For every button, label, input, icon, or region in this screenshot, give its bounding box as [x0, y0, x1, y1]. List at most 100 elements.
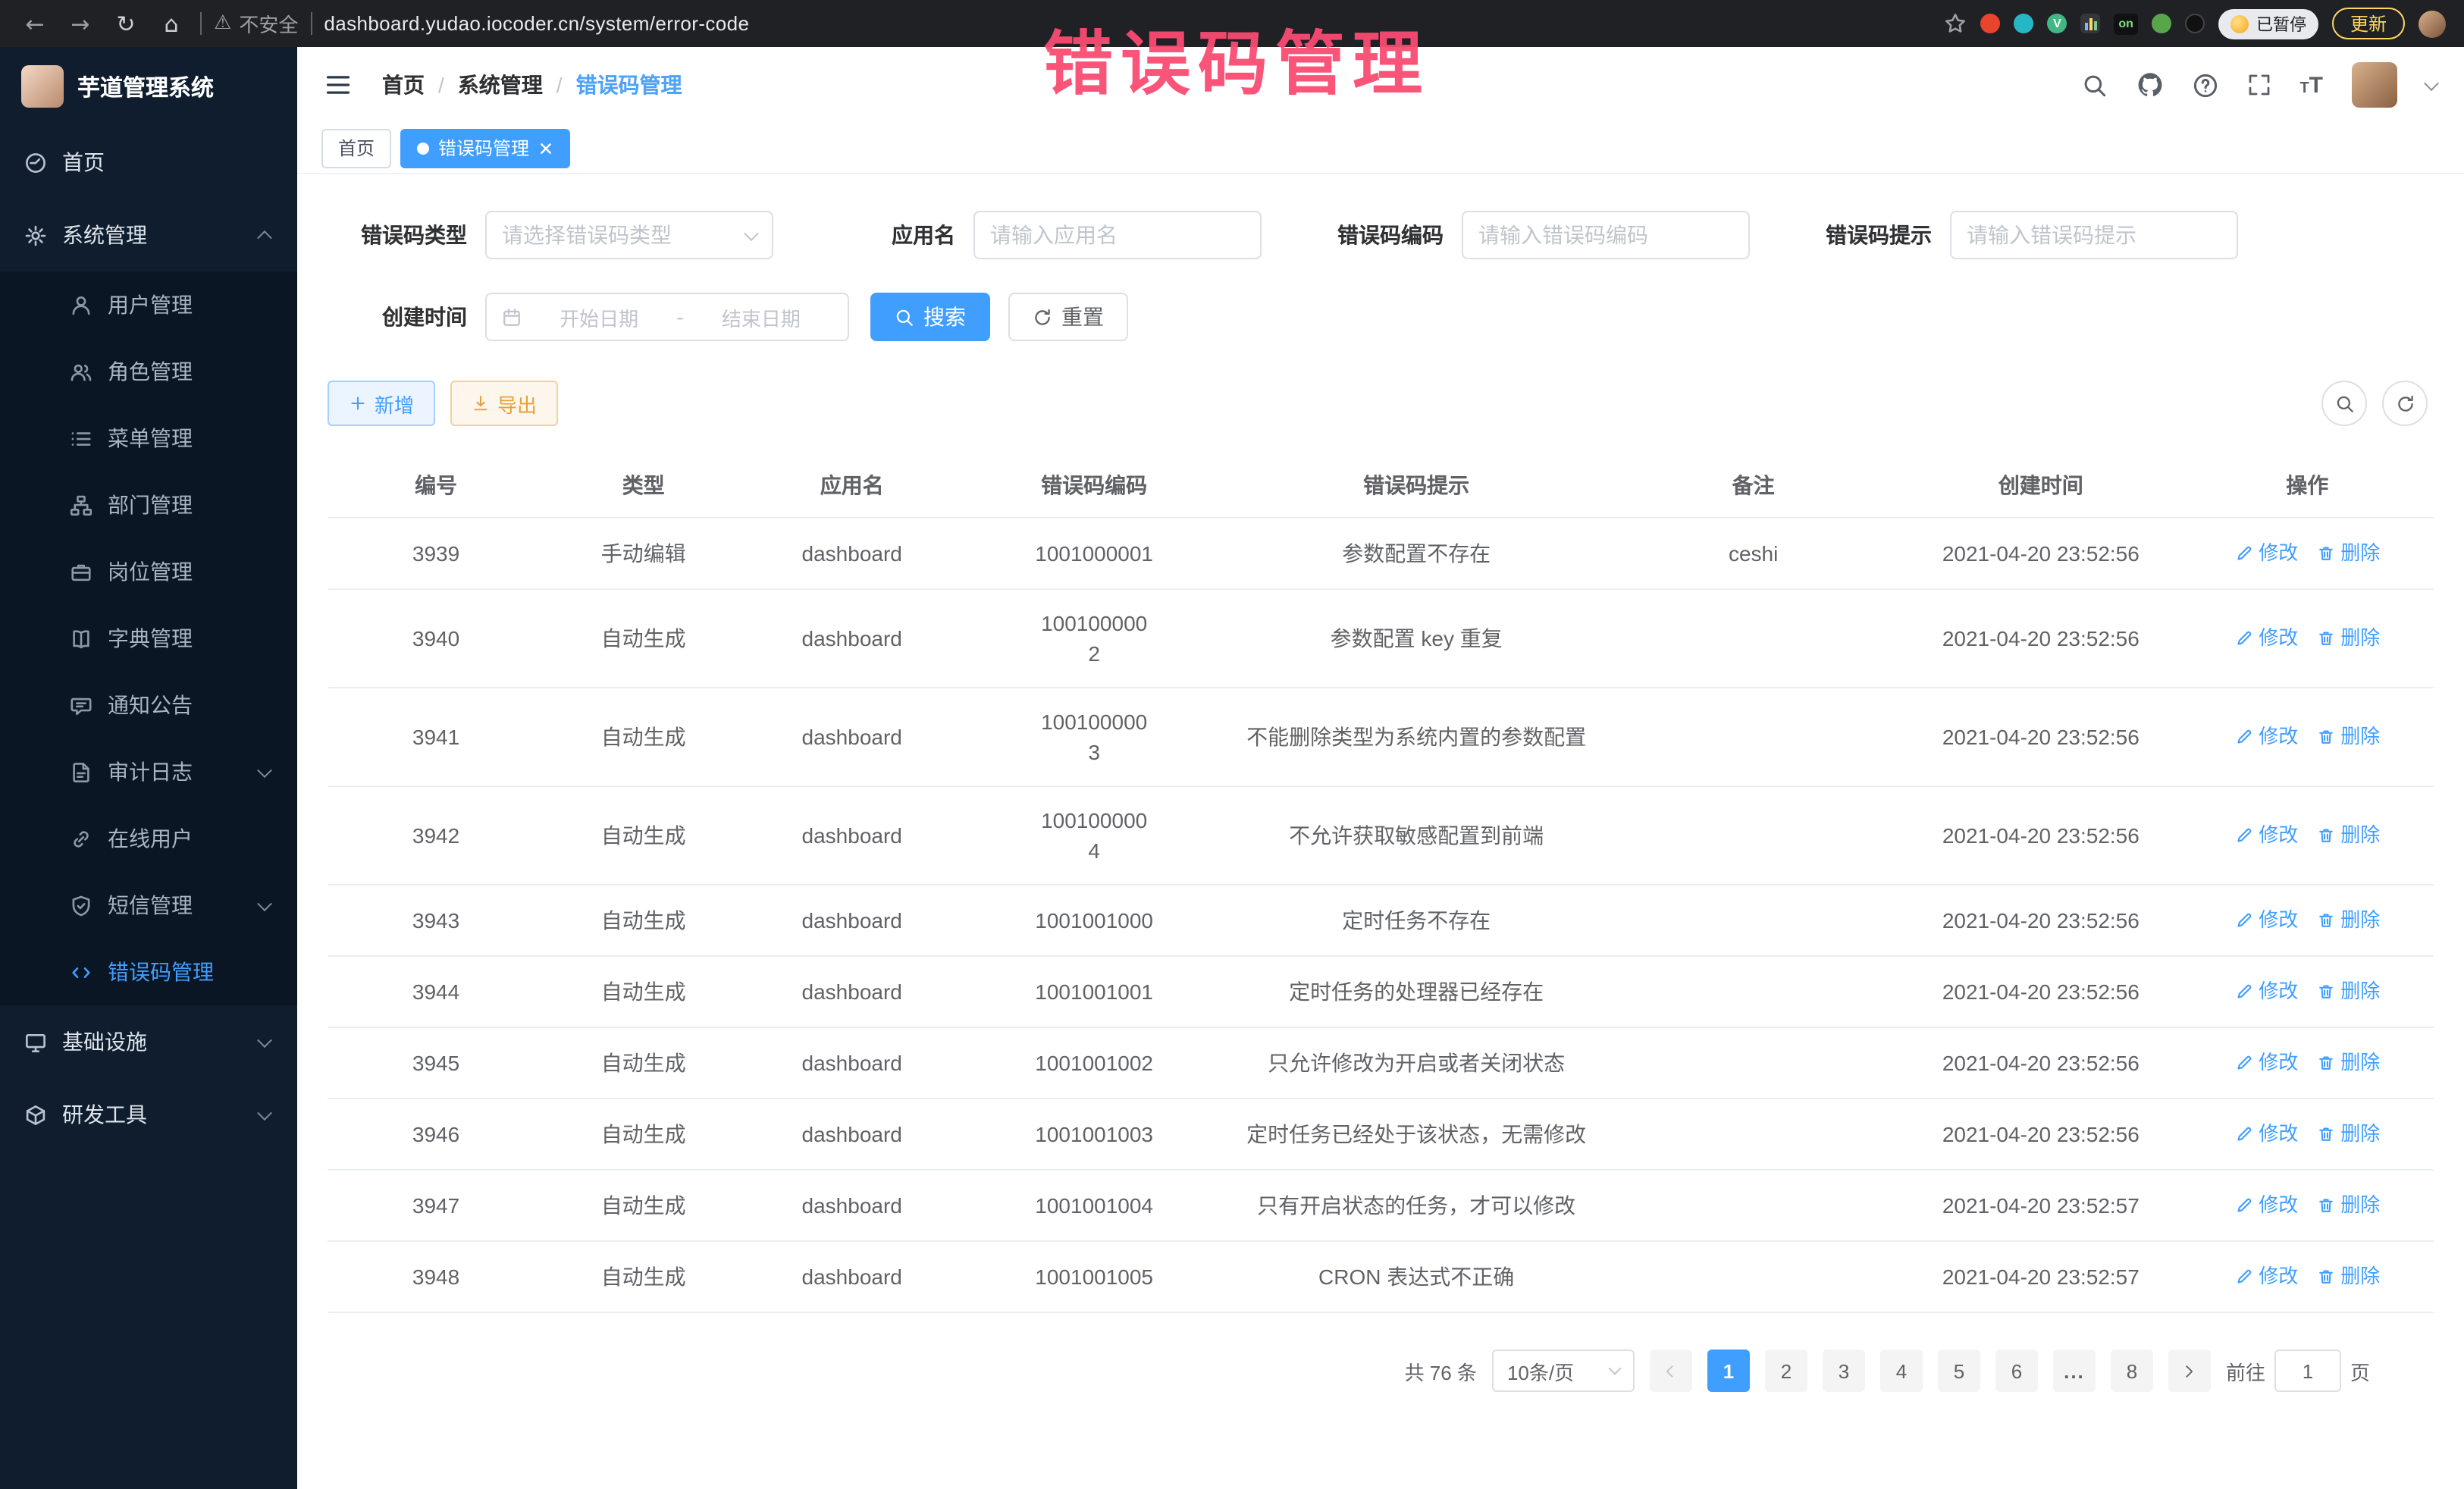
edit-link[interactable]: 修改 [2234, 1190, 2298, 1221]
error-type-select[interactable]: 请选择错误码类型 [485, 211, 773, 259]
forward-button[interactable]: → [64, 10, 97, 37]
page-button-4[interactable]: 4 [1880, 1350, 1923, 1392]
delete-link[interactable]: 删除 [2316, 1119, 2380, 1149]
security-chip[interactable]: ⚠ 不安全 [214, 9, 298, 38]
extension-icon-green[interactable] [2152, 14, 2171, 33]
sidebar-item-notice[interactable]: 通知公告 [0, 672, 297, 738]
sidebar-item-audit-log[interactable]: 审计日志 [0, 738, 297, 805]
edit-link[interactable]: 修改 [2234, 1048, 2298, 1078]
more-pages-button[interactable]: ... [2053, 1350, 2096, 1392]
extension-icon-red[interactable] [1980, 14, 2000, 33]
edit-link[interactable]: 修改 [2234, 976, 2298, 1007]
page-button-3[interactable]: 3 [1823, 1350, 1865, 1392]
col-header-ops: 操作 [2181, 453, 2434, 517]
sidebar-item-users[interactable]: 用户管理 [0, 271, 297, 338]
delete-link[interactable]: 删除 [2316, 538, 2380, 569]
sidebar-item-error-code[interactable]: 错误码管理 [0, 939, 297, 1005]
edit-link[interactable]: 修改 [2234, 722, 2298, 752]
tab-error-code[interactable]: 错误码管理 [400, 128, 570, 168]
date-range-picker[interactable]: 开始日期 - 结束日期 [485, 293, 849, 341]
end-date-placeholder[interactable]: 结束日期 [690, 303, 832, 331]
delete-link[interactable]: 删除 [2316, 905, 2380, 936]
sidebar-item-home[interactable]: 首页 [0, 126, 297, 199]
cell-app: dashboard [742, 957, 961, 1027]
start-date-placeholder[interactable]: 开始日期 [528, 303, 670, 331]
home-button[interactable]: ⌂ [155, 10, 188, 37]
goto-page-input[interactable] [2274, 1350, 2341, 1392]
edit-link[interactable]: 修改 [2234, 905, 2298, 936]
delete-link[interactable]: 删除 [2316, 1048, 2380, 1078]
font-size-icon[interactable]: TT [2299, 72, 2323, 98]
extension-icon-bars[interactable] [2080, 14, 2100, 33]
delete-link[interactable]: 删除 [2316, 722, 2380, 752]
page-size-select[interactable]: 10条/页 [1492, 1350, 1635, 1392]
browser-update-button[interactable]: 更新 [2332, 8, 2405, 39]
page-button-6[interactable]: 6 [1995, 1350, 2038, 1392]
address-url[interactable]: dashboard.yudao.iocoder.cn/system/error-… [324, 12, 749, 35]
user-avatar[interactable] [2352, 62, 2397, 108]
active-dot-icon [417, 142, 429, 154]
sidebar-item-dictionary[interactable]: 字典管理 [0, 605, 297, 672]
sidebar-item-menus[interactable]: 菜单管理 [0, 405, 297, 472]
bookmark-star-icon[interactable] [1944, 12, 1967, 35]
close-icon[interactable] [538, 140, 553, 155]
paused-badge[interactable]: 已暂停 [2218, 8, 2318, 39]
sidebar-item-posts[interactable]: 岗位管理 [0, 538, 297, 605]
breadcrumb-system[interactable]: 系统管理 [458, 70, 543, 100]
edit-link[interactable]: 修改 [2234, 538, 2298, 569]
cell-msg: 不能删除类型为系统内置的参数配置 [1227, 688, 1606, 785]
delete-link[interactable]: 删除 [2316, 820, 2380, 851]
edit-link[interactable]: 修改 [2234, 1262, 2298, 1292]
tab-home[interactable]: 首页 [321, 128, 391, 168]
delete-link[interactable]: 删除 [2316, 976, 2380, 1007]
extension-icon-teal[interactable] [2014, 14, 2033, 33]
reload-button[interactable]: ↻ [109, 10, 143, 37]
error-msg-input[interactable] [1951, 212, 2237, 258]
search-icon[interactable] [2081, 72, 2107, 98]
fullscreen-icon[interactable] [2246, 73, 2271, 97]
delete-link[interactable]: 删除 [2316, 1262, 2380, 1292]
refresh-table-button[interactable] [2382, 381, 2428, 426]
sidebar-item-dev-tools[interactable]: 研发工具 [0, 1078, 297, 1151]
add-button[interactable]: 新增 [328, 381, 435, 426]
sidebar-item-infrastructure[interactable]: 基础设施 [0, 1005, 297, 1078]
browser-profile-avatar[interactable] [2419, 10, 2446, 37]
search-button[interactable]: 搜索 [870, 293, 990, 341]
github-icon[interactable] [2136, 71, 2163, 99]
sidebar-item-roles[interactable]: 角色管理 [0, 338, 297, 405]
chevron-down-icon[interactable] [2424, 75, 2439, 90]
error-code-input[interactable] [1463, 212, 1748, 258]
extension-icon-pin[interactable] [2185, 14, 2205, 33]
edit-link[interactable]: 修改 [2234, 1119, 2298, 1149]
edit-link[interactable]: 修改 [2234, 623, 2298, 654]
sidebar-item-sms[interactable]: 短信管理 [0, 872, 297, 939]
sidebar-item-departments[interactable]: 部门管理 [0, 472, 297, 538]
book-icon [70, 627, 92, 650]
page-button-5[interactable]: 5 [1938, 1350, 1980, 1392]
show-search-button[interactable] [2321, 381, 2367, 426]
sidebar-item-system[interactable]: 系统管理 [0, 199, 297, 271]
delete-link[interactable]: 删除 [2316, 623, 2380, 654]
back-button[interactable]: ← [18, 10, 52, 37]
breadcrumb-home[interactable]: 首页 [382, 70, 425, 100]
cell-time: 2021-04-20 23:52:56 [1901, 590, 2180, 687]
next-page-button[interactable] [2168, 1350, 2211, 1392]
document-icon [70, 760, 92, 783]
cell-app: dashboard [742, 590, 961, 687]
pencil-icon [2234, 1196, 2252, 1215]
export-button[interactable]: 导出 [450, 381, 558, 426]
page-button-8[interactable]: 8 [2111, 1350, 2153, 1392]
edit-link[interactable]: 修改 [2234, 820, 2298, 851]
app-name-input[interactable] [975, 212, 1260, 258]
page-button-1[interactable]: 1 [1707, 1350, 1750, 1392]
help-icon[interactable] [2192, 72, 2218, 98]
reset-button[interactable]: 重置 [1008, 293, 1128, 341]
extension-icon-vue[interactable]: V [2047, 14, 2067, 33]
app-logo[interactable]: 芋道管理系统 [0, 47, 297, 126]
sidebar-toggle-button[interactable] [324, 71, 352, 99]
prev-page-button[interactable] [1650, 1350, 1692, 1392]
sidebar-item-online-users[interactable]: 在线用户 [0, 805, 297, 872]
extension-icon-on[interactable]: on [2114, 13, 2138, 34]
delete-link[interactable]: 删除 [2316, 1190, 2380, 1221]
page-button-2[interactable]: 2 [1765, 1350, 1807, 1392]
